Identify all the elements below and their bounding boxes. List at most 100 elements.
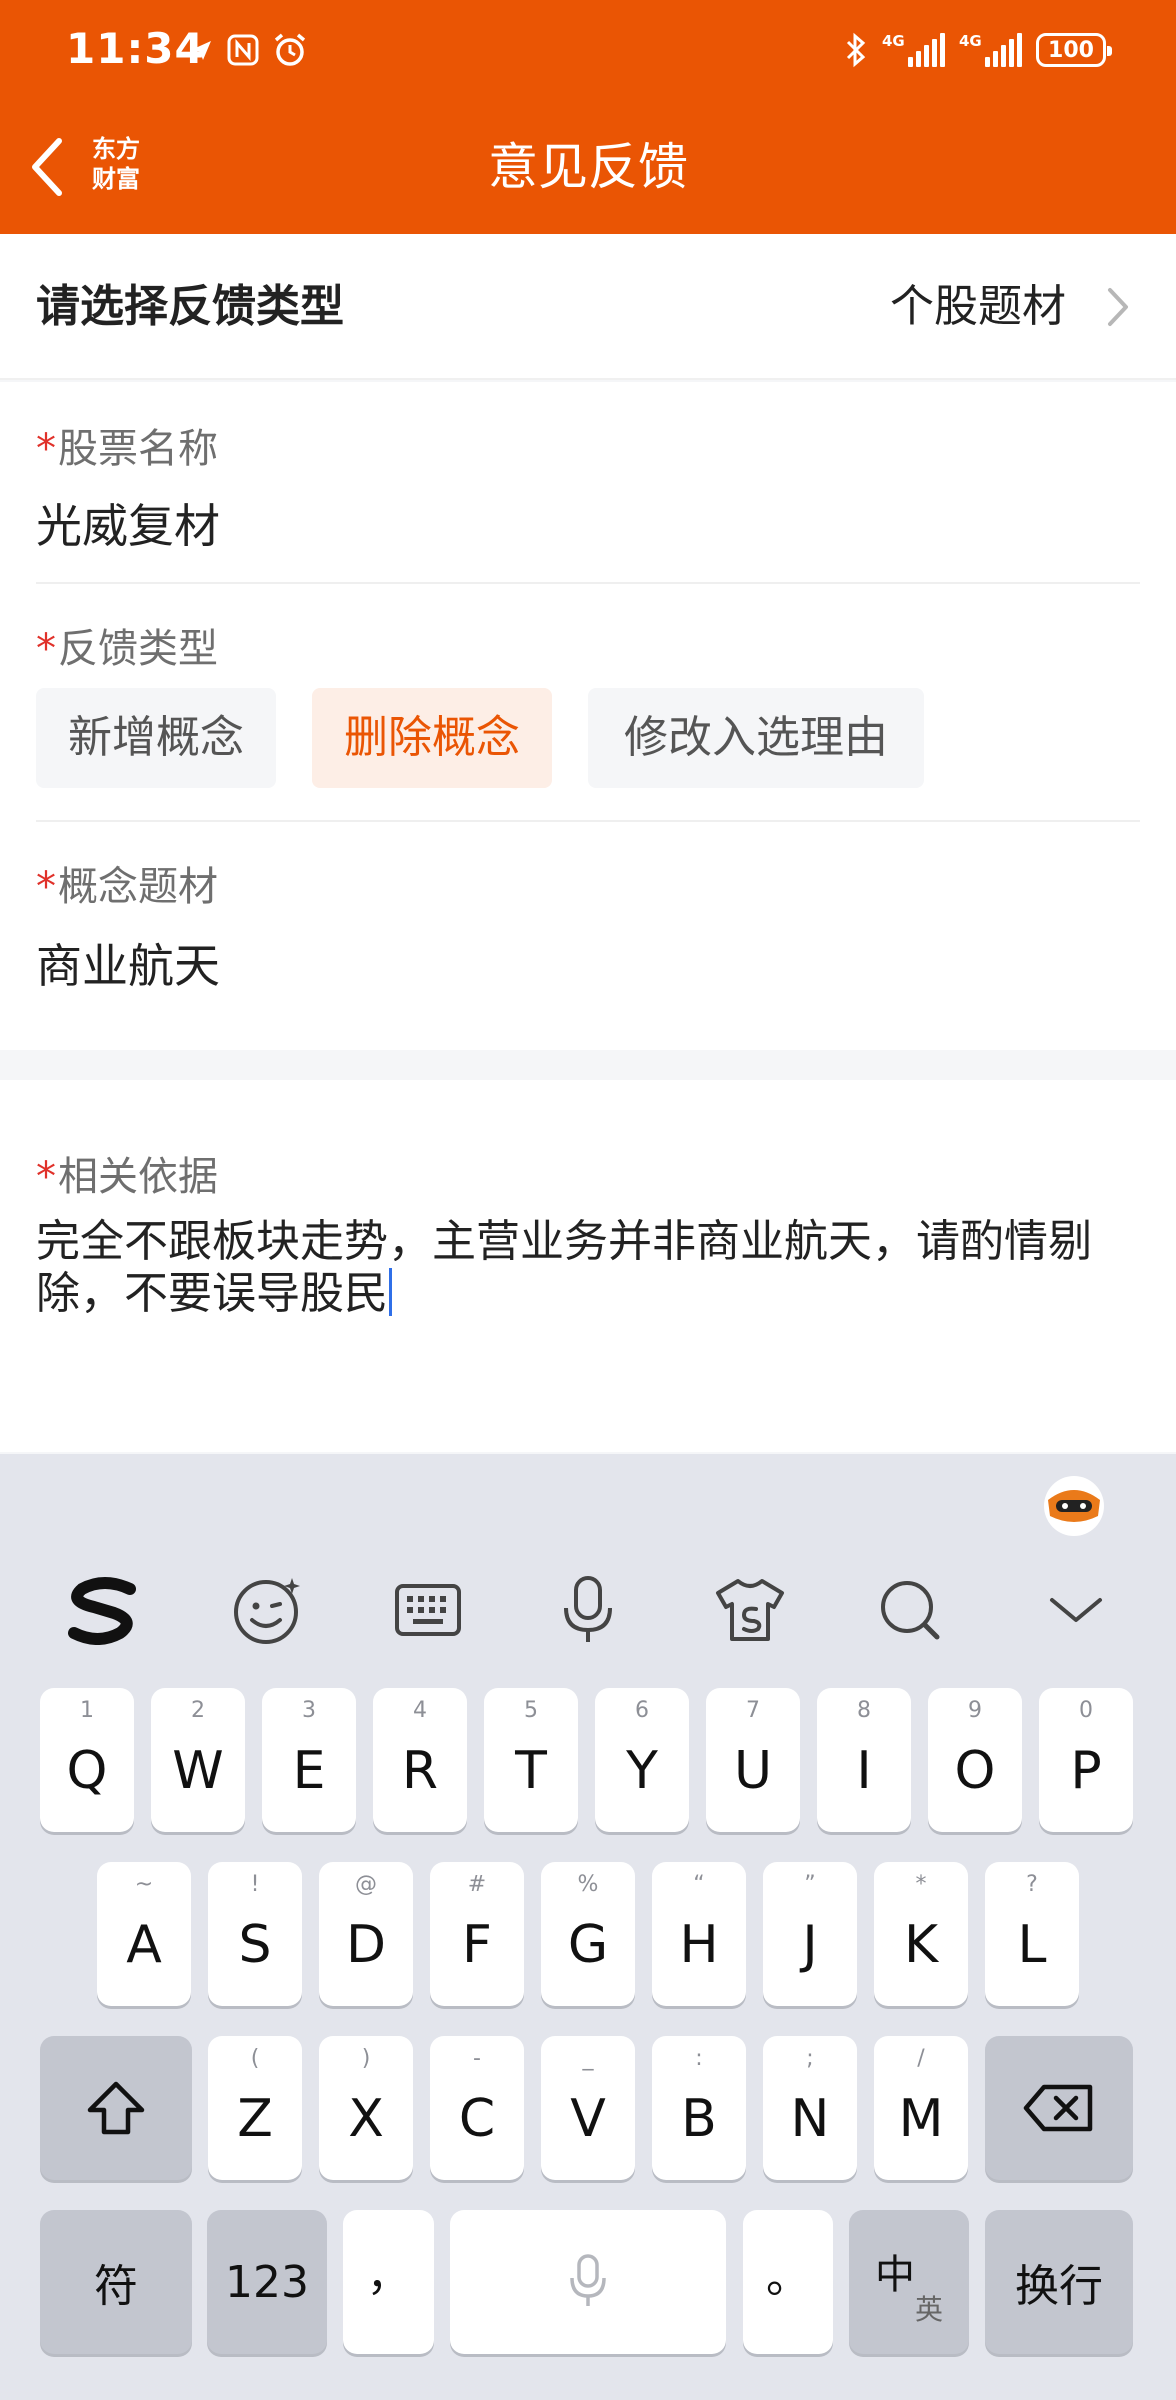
option-modify-reason[interactable]: 修改入选理由 <box>588 688 924 788</box>
key-u[interactable]: 7U <box>706 1688 800 1832</box>
option-add-concept[interactable]: 新增概念 <box>36 688 276 788</box>
battery-level: 100 <box>1048 37 1094 63</box>
stock-name-input[interactable]: 光威复材 <box>36 490 220 556</box>
key-label: ， <box>366 2250 411 2301</box>
key-label: T <box>515 1741 547 1801</box>
back-button[interactable] <box>22 130 72 204</box>
key-t[interactable]: 5T <box>484 1688 578 1832</box>
keyboard-layout-icon[interactable] <box>388 1570 468 1650</box>
key-o[interactable]: 9O <box>928 1688 1022 1832</box>
key-k[interactable]: * K <box>874 1862 968 2006</box>
feedback-type-selector[interactable]: 请选择反馈类型 个股题材 <box>0 234 1176 380</box>
chevron-right-icon <box>1108 288 1128 326</box>
symbol-key[interactable]: 符 <box>40 2210 192 2354</box>
key-v[interactable]: _ V <box>541 2036 635 2180</box>
period-key[interactable]: 。 <box>743 2210 833 2354</box>
key-l[interactable]: ? L <box>985 1862 1079 2006</box>
stock-name-label: *股票名称 <box>36 416 218 474</box>
key-h[interactable]: “H <box>652 1862 746 2006</box>
microphone-icon <box>570 2254 606 2306</box>
basis-label-text: 相关依据 <box>58 1154 218 1200</box>
skin-icon[interactable] <box>710 1570 790 1650</box>
key-a[interactable]: ~ A <box>97 1862 191 2006</box>
key-hint: ” <box>804 1872 816 1897</box>
basis-label: *相关依据 <box>36 1144 218 1202</box>
concept-input[interactable]: 商业航天 <box>36 930 220 996</box>
enter-key[interactable]: 换行 <box>985 2210 1133 2354</box>
key-label: 。 <box>766 2252 810 2303</box>
number-key[interactable]: 123 <box>207 2210 327 2354</box>
chevron-left-icon <box>32 138 62 196</box>
key-y[interactable]: 6Y <box>595 1688 689 1832</box>
key-label: 123 <box>225 2256 309 2308</box>
key-label: V <box>570 2089 606 2149</box>
keyboard-mascot-icon[interactable] <box>1040 1470 1108 1538</box>
key-d[interactable]: @ D <box>319 1862 413 2006</box>
feedback-type-field-label-text: 反馈类型 <box>58 626 218 672</box>
key-n[interactable]: ; N <box>763 2036 857 2180</box>
key-label: H <box>679 1915 719 1975</box>
comma-key[interactable]: ， <box>343 2210 434 2354</box>
key-label: 中 <box>875 2252 915 2298</box>
required-mark: * <box>36 864 56 910</box>
language-switch-key[interactable]: 中 英 <box>849 2210 969 2354</box>
key-label: L <box>1017 1915 1047 1975</box>
key-r[interactable]: 4R <box>373 1688 467 1832</box>
key-label: P <box>1070 1741 1102 1801</box>
key-label: O <box>954 1741 996 1801</box>
key-e[interactable]: 3E <box>262 1688 356 1832</box>
page-title: 意见反馈 <box>488 138 688 196</box>
key-hint: 7 <box>746 1698 760 1723</box>
basis-textarea[interactable]: 完全不跟板块走势，主营业务并非商业航天，请酌情剔除，不要误导股民 <box>36 1216 1146 1320</box>
microphone-icon[interactable] <box>548 1570 628 1650</box>
key-label: F <box>462 1915 492 1975</box>
key-hint: ? <box>1026 1872 1038 1897</box>
key-i[interactable]: 8I <box>817 1688 911 1832</box>
key-hint: 5 <box>524 1698 538 1723</box>
key-m[interactable]: / M <box>874 2036 968 2180</box>
emoji-icon[interactable] <box>228 1570 308 1650</box>
shift-key[interactable] <box>40 2036 192 2180</box>
key-hint: 1 <box>80 1698 94 1723</box>
search-icon[interactable] <box>870 1570 950 1650</box>
key-p[interactable]: 0P <box>1039 1688 1133 1832</box>
key-hint: % <box>577 1872 599 1897</box>
logo-line-1: 东方 <box>92 135 140 163</box>
key-q[interactable]: 1Q <box>40 1688 134 1832</box>
key-c[interactable]: -C <box>430 2036 524 2180</box>
sogou-logo-icon[interactable] <box>64 1570 144 1650</box>
key-z[interactable]: (Z <box>208 2036 302 2180</box>
hide-keyboard-icon[interactable] <box>1036 1570 1116 1650</box>
key-hint: 3 <box>302 1698 316 1723</box>
key-hint: 8 <box>857 1698 871 1723</box>
key-hint: 6 <box>635 1698 649 1723</box>
key-hint: / <box>917 2046 925 2071</box>
key-hint: ( <box>250 2046 260 2071</box>
feedback-type-value: 个股题材 <box>890 281 1066 332</box>
key-hint: # <box>467 1872 487 1897</box>
key-label: 符 <box>94 2261 138 2312</box>
key-w[interactable]: 2W <box>151 1688 245 1832</box>
key-b[interactable]: :B <box>652 2036 746 2180</box>
backspace-key[interactable] <box>985 2036 1133 2180</box>
divider <box>36 582 1140 584</box>
key-hint: ; <box>806 2046 814 2071</box>
key-hint: 2 <box>191 1698 205 1723</box>
key-label: B <box>681 2089 717 2149</box>
key-label: Z <box>237 2089 273 2149</box>
space-key[interactable] <box>450 2210 726 2354</box>
option-remove-concept[interactable]: 删除概念 <box>312 688 552 788</box>
key-x[interactable]: ) X <box>319 2036 413 2180</box>
key-g[interactable]: % G <box>541 1862 635 2006</box>
key-label: J <box>802 1915 818 1975</box>
key-hint: ~ <box>134 1872 154 1897</box>
key-f[interactable]: # F <box>430 1862 524 2006</box>
key-j[interactable]: ” J <box>763 1862 857 2006</box>
feedback-type-field-label: *反馈类型 <box>36 616 218 674</box>
feedback-type-label: 请选择反馈类型 <box>36 281 344 332</box>
key-hint: ) <box>361 2046 371 2071</box>
key-label: U <box>733 1741 773 1801</box>
status-bar: 11:34 4G 4G 100 <box>0 0 1176 100</box>
key-s[interactable]: ! S <box>208 1862 302 2006</box>
key-hint: 4 <box>413 1698 427 1723</box>
